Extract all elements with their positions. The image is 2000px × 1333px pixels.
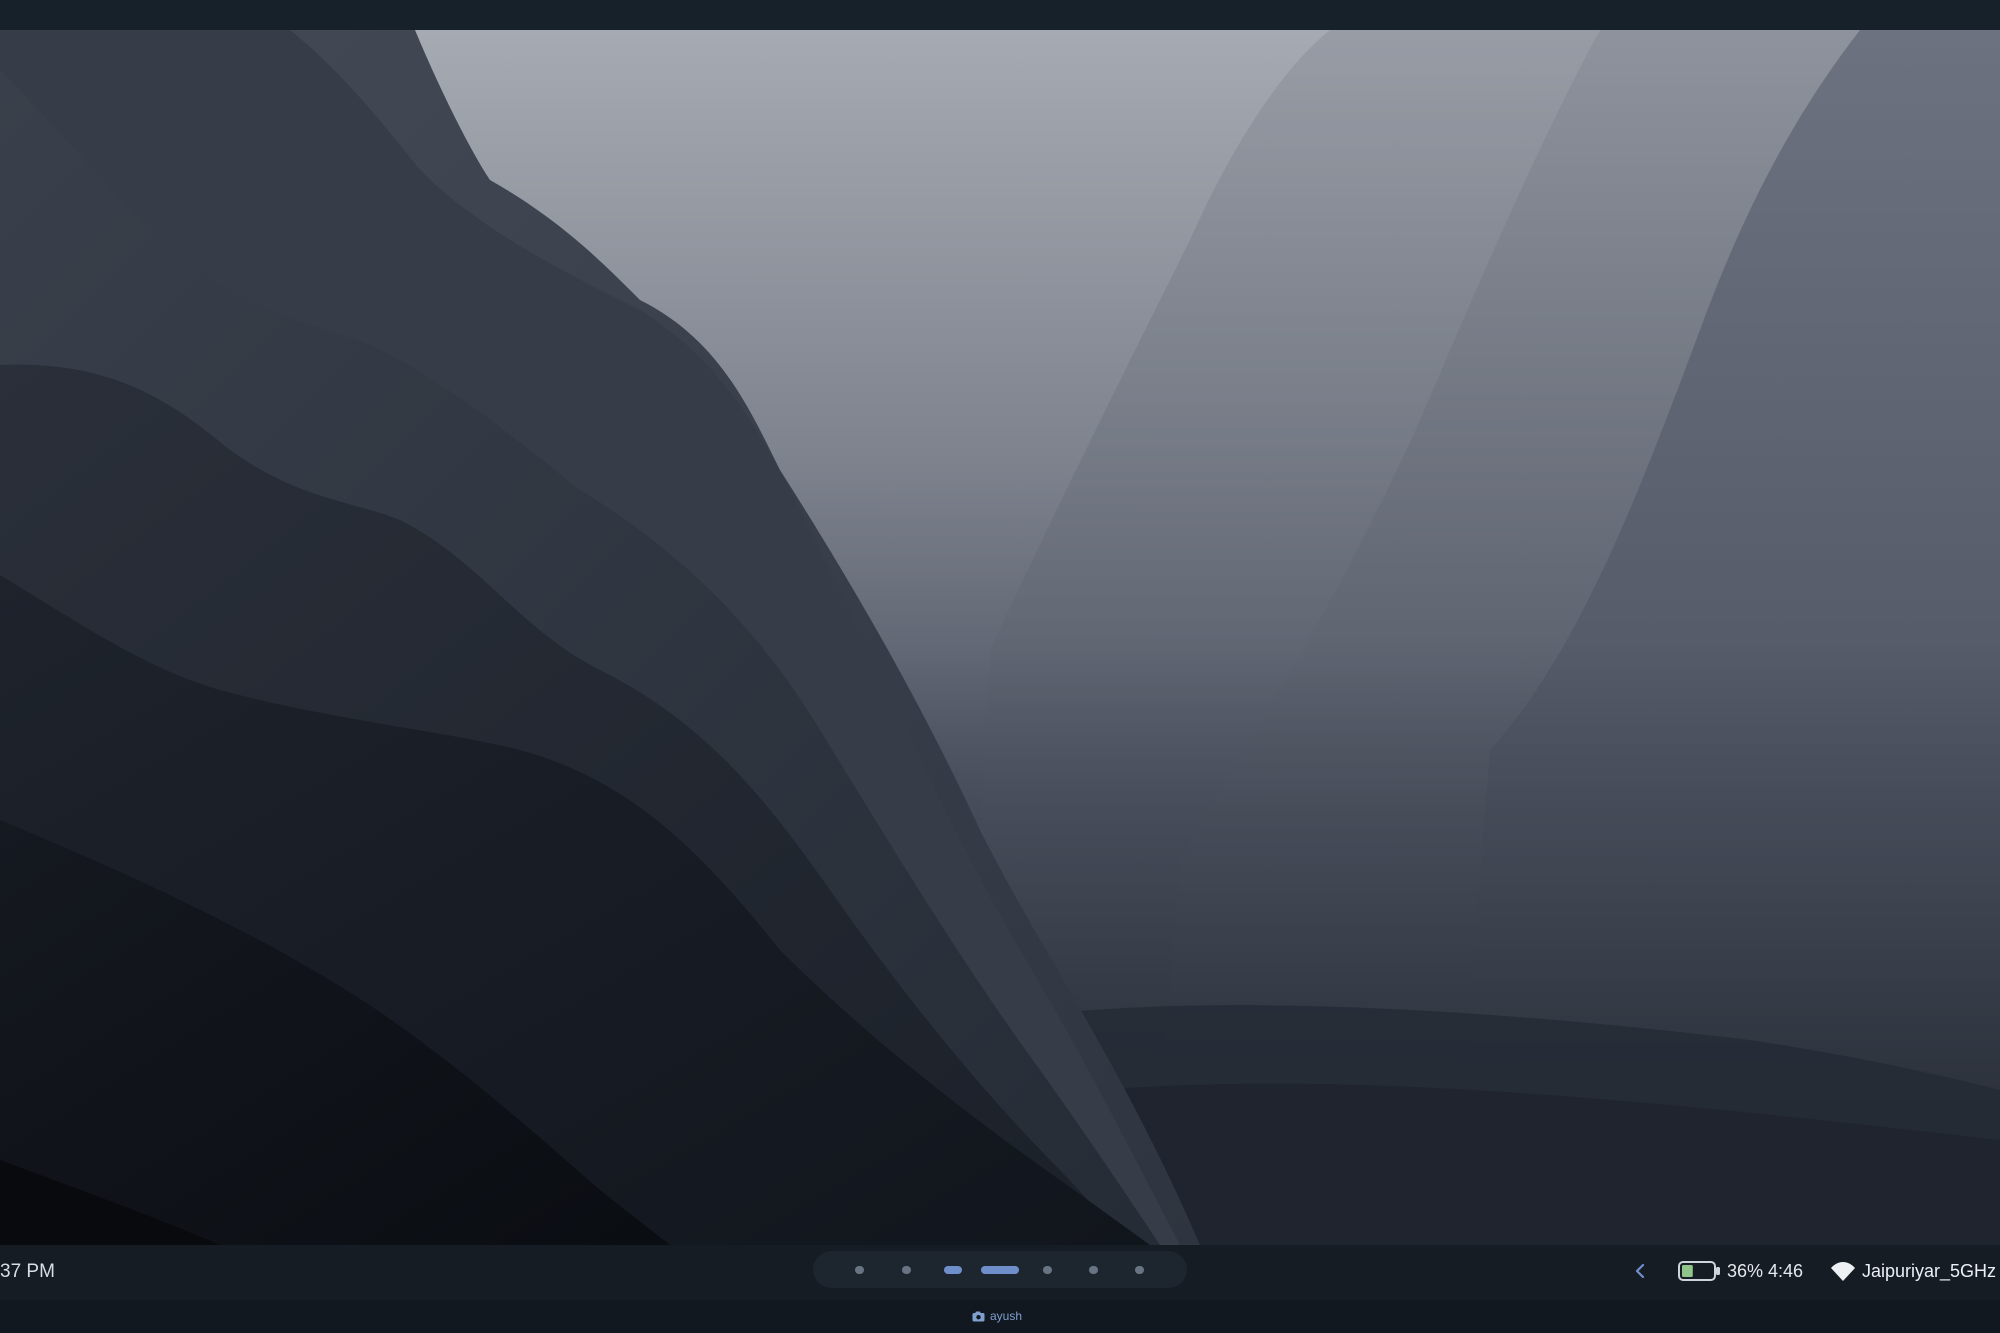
window-title: ayush [990,1309,1023,1323]
window-title-bar: ayush [0,1300,2000,1333]
clock[interactable]: 37 PM [0,1259,55,1285]
workspace-dot-7[interactable] [1135,1266,1144,1274]
battery-icon[interactable] [1678,1260,1722,1282]
desktop-wallpaper [0,30,2000,1245]
battery-time-remaining: 4:46 [1768,1261,1804,1281]
workspace-dot-3[interactable] [944,1266,962,1274]
desktop: 37 PM 36% 4:46 Jaipuriyar_5GHz ayush [0,0,2000,1333]
active-window-label[interactable]: ayush [972,1307,1022,1325]
workspace-dot-1[interactable] [855,1266,864,1274]
workspace-dot-5[interactable] [1043,1266,1052,1274]
workspace-dot-2[interactable] [902,1266,911,1274]
battery-percentage: 36% [1727,1261,1764,1281]
wifi-network-name[interactable]: Jaipuriyar_5GHz [1862,1259,1996,1283]
wifi-icon[interactable] [1829,1259,1857,1283]
workspace-dot-4[interactable] [981,1266,1019,1274]
camera-icon [972,1311,985,1321]
top-bar [0,0,2000,30]
workspace-dot-6[interactable] [1089,1266,1098,1274]
taskbar: 37 PM 36% 4:46 Jaipuriyar_5GHz [0,1245,2000,1300]
workspace-switcher [813,1251,1187,1288]
chevron-left-icon[interactable] [1632,1258,1648,1284]
